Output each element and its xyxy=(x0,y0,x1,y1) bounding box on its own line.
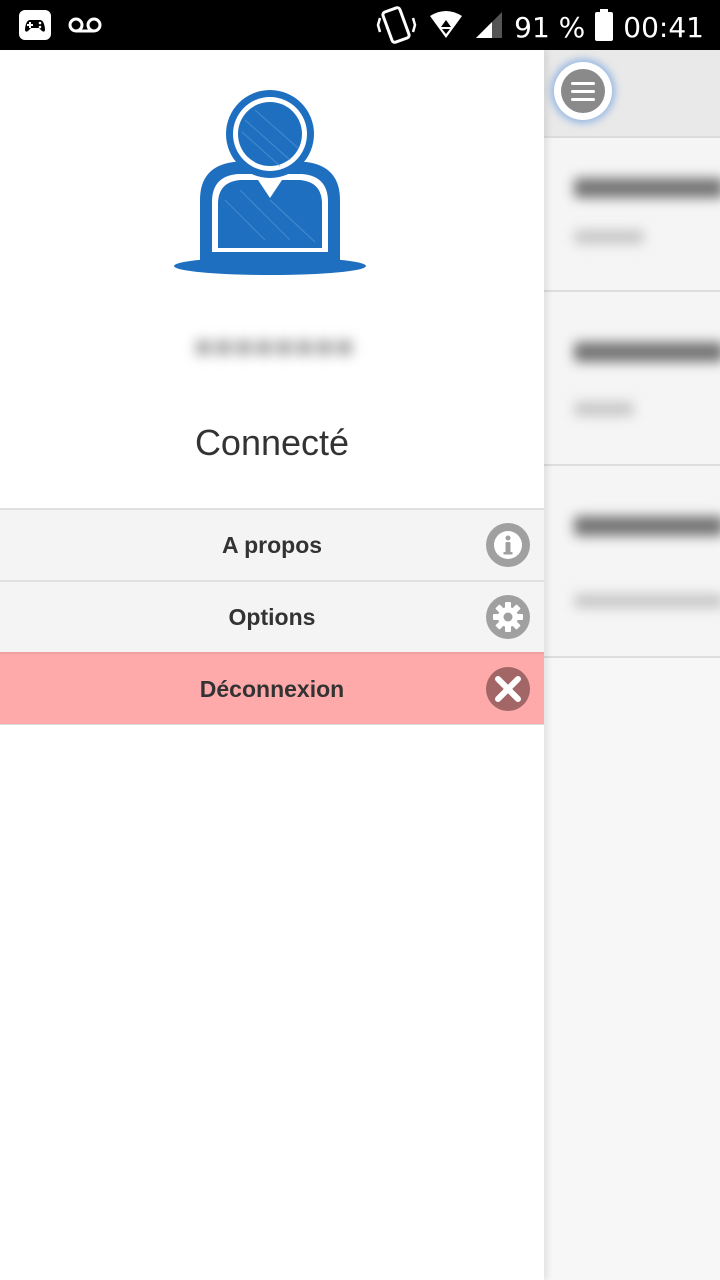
menu-item-label: A propos xyxy=(221,532,323,558)
list-item[interactable] xyxy=(544,138,720,292)
menu-item-options[interactable]: Options xyxy=(0,580,544,653)
game-controller-icon xyxy=(18,9,52,46)
voicemail-icon xyxy=(68,15,102,40)
battery-percent: 91 % xyxy=(514,11,586,44)
info-icon xyxy=(486,523,530,567)
gear-icon xyxy=(486,595,530,639)
close-icon xyxy=(486,667,530,711)
vibrate-icon xyxy=(376,6,418,49)
signal-icon xyxy=(474,10,504,45)
user-identifier-redacted: ●●●●●●●● xyxy=(194,330,356,363)
list-item[interactable] xyxy=(544,466,720,658)
user-avatar-icon xyxy=(174,90,366,275)
menu-item-label: Déconnexion xyxy=(199,676,345,702)
battery-icon xyxy=(595,9,614,46)
menu-item-label: Options xyxy=(228,604,316,630)
hamburger-icon xyxy=(561,69,605,113)
clock: 00:41 xyxy=(623,11,704,44)
menu-item-about[interactable]: A propos xyxy=(0,508,544,581)
app-header xyxy=(544,50,720,138)
menu-item-logout[interactable]: Déconnexion xyxy=(0,652,544,725)
main-content xyxy=(544,50,720,1280)
list-item[interactable] xyxy=(544,292,720,466)
status-bar: 91 % 00:41 xyxy=(0,0,720,50)
menu-toggle-button[interactable] xyxy=(554,62,612,120)
wifi-icon xyxy=(428,10,464,45)
side-drawer: ●●●●●●●● Connecté A propos Options Décon… xyxy=(0,50,544,1280)
connection-status: Connecté xyxy=(194,422,350,463)
